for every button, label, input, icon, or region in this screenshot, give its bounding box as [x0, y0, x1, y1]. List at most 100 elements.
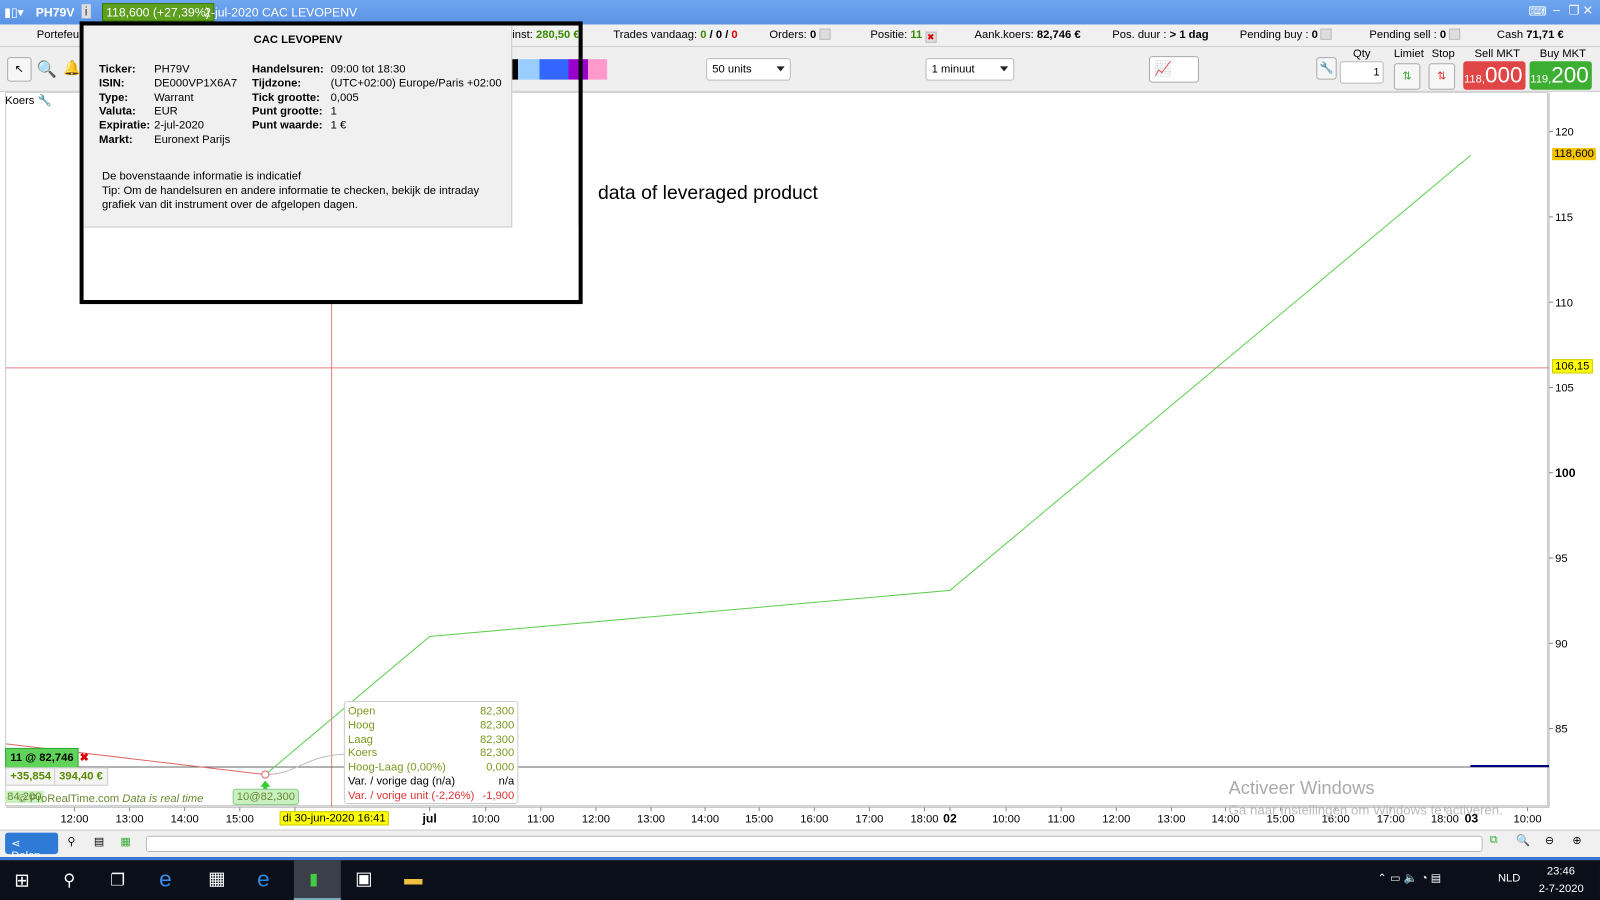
- app-icon[interactable]: ▣: [355, 868, 372, 889]
- trade-point: [261, 770, 270, 779]
- activation-watermark-sub: Ga naar Instellingen om Windows te activ…: [1228, 802, 1503, 818]
- y-tick-label: 105: [1555, 383, 1574, 395]
- activation-watermark: Activeer Windows: [1228, 777, 1375, 798]
- tooltip-row: Open 82,300: [348, 705, 514, 719]
- x-tick-label: 10:00: [1513, 813, 1541, 825]
- start-icon[interactable]: ⊞: [14, 870, 29, 891]
- task-view-icon[interactable]: ❐: [110, 870, 125, 890]
- tooltip-value: 82,300: [479, 719, 515, 732]
- info-note: De bovenstaande informatie is indicatief: [102, 170, 302, 183]
- instrument-info-popup: CAC LEVOPENV De bovenstaande informatie …: [79, 21, 583, 305]
- price-point: [1469, 154, 1471, 157]
- y-tick-label: 90: [1555, 638, 1567, 650]
- info-tip-2: grafiek van dit instrument over de afgel…: [102, 198, 358, 212]
- info-key: Punt waarde:: [252, 119, 323, 132]
- info-tip: Tip: Om de handelsuren en andere informa…: [102, 184, 480, 197]
- x-tick-label: 13:00: [637, 813, 665, 825]
- x-tick-label: 11:00: [1048, 813, 1075, 825]
- x-tick-label: 17:00: [855, 813, 883, 825]
- y-tick-label: 110: [1555, 297, 1573, 309]
- app-window: ▮▯▾ PH79V i 118,600 (+27,39%) 2-jul-2020…: [0, 0, 1600, 900]
- info-key: Valuta:: [98, 105, 136, 118]
- table-icon[interactable]: ▤: [94, 835, 105, 848]
- calendar-icon[interactable]: ▦: [208, 868, 225, 889]
- x-tick-label: 02: [943, 811, 957, 825]
- horizontal-scrollbar[interactable]: [145, 835, 1483, 853]
- info-value: 0,005: [330, 91, 359, 104]
- info-value: EUR: [154, 105, 178, 118]
- info-value: Warrant: [154, 91, 194, 104]
- info-key: Ticker:: [98, 63, 136, 76]
- x-tick-label: 14:00: [691, 813, 719, 825]
- autoscale-icon[interactable]: ⧉: [1490, 834, 1498, 847]
- share-button[interactable]: ⋖ Delen: [5, 832, 59, 862]
- ie-icon[interactable]: e: [257, 866, 269, 893]
- wrench-icon[interactable]: 🔧: [38, 95, 52, 107]
- instrument-info-card: CAC LEVOPENV De bovenstaande informatie …: [83, 25, 513, 228]
- info-key: Type:: [98, 91, 129, 104]
- tooltip-label: Koers: [347, 747, 378, 760]
- tooltip-label: Hoog: [347, 719, 375, 732]
- tooltip-value: 82,300: [479, 747, 515, 760]
- tooltip-row: Hoog-Laag (0,00%) 0,000: [348, 761, 514, 775]
- info-value: 09:00 tot 18:30: [330, 63, 406, 76]
- trade-marker[interactable]: 10@82,300: [232, 788, 300, 806]
- position-pl: +35,854: [5, 767, 57, 786]
- language-indicator[interactable]: NLD: [1498, 872, 1520, 884]
- info-key: Markt:: [98, 133, 133, 146]
- x-tick-label: 11:00: [527, 813, 554, 825]
- tooltip-row: Laag 82,300: [348, 733, 514, 747]
- tray-icons[interactable]: ⌃ ▭ 🔈 ◔ ▤: [1378, 871, 1442, 884]
- zoom-out-icon[interactable]: ⊖: [1545, 834, 1554, 847]
- zoom-fit-icon[interactable]: 🔍: [1516, 834, 1530, 847]
- tooltip-row: Var. / vorige dag (n/a) n/a: [348, 776, 514, 790]
- koers-legend: Koers 🔧: [5, 94, 52, 108]
- x-tick-label: 10:00: [992, 813, 1020, 825]
- edge-icon[interactable]: e: [159, 866, 171, 893]
- clock-date[interactable]: 2-7-2020: [1539, 883, 1584, 895]
- info-key: ISIN:: [98, 77, 125, 90]
- crosshair-price-label: 106,15: [1552, 359, 1593, 374]
- x-tick-label: 12:00: [582, 813, 610, 825]
- x-tick-label: 10:00: [472, 813, 500, 825]
- zoom-in-icon[interactable]: ⊕: [1572, 834, 1581, 847]
- info-popup-background: [83, 227, 579, 300]
- x-tick-label: 15:00: [226, 813, 254, 825]
- last-price-label: 118,600: [1552, 147, 1596, 161]
- prorealtime-taskbar-icon[interactable]: ▮: [293, 860, 341, 900]
- clock-time[interactable]: 23:46: [1547, 865, 1575, 877]
- x-tick-label: 12:00: [60, 813, 88, 825]
- tooltip-value: 0,000: [486, 761, 515, 774]
- x-tick-label: 12:00: [1102, 813, 1130, 825]
- x-tick-label: 18:00: [910, 813, 938, 825]
- tooltip-row: Hoog 82,300: [348, 719, 514, 733]
- windows-taskbar: ⊞ ⚲ ❐ e ▦ e ▮ ▣ ▬ ⌃ ▭ 🔈 ◔ ▤ NLD 23:46 2-…: [0, 857, 1600, 900]
- info-key: Tick grootte:: [252, 91, 320, 104]
- crosshair-date-label: di 30-jun-2020 16:41: [279, 811, 389, 826]
- currency-icon[interactable]: ⚲: [67, 835, 75, 848]
- tooltip-value: 82,300: [479, 733, 515, 746]
- info-key: Punt grootte:: [252, 105, 323, 118]
- x-tick-label: 14:00: [171, 813, 199, 825]
- bottom-toolbar: ⋖ Delen ⚲ ▤ ▦ ⧉ 🔍 ⊖ ⊕: [0, 829, 1600, 862]
- winst: inst: 280,50 €: [512, 28, 580, 41]
- close-position-icon[interactable]: ✖: [77, 748, 93, 767]
- file-explorer-icon[interactable]: ▬: [404, 868, 422, 889]
- info-value: 1 €: [330, 119, 347, 132]
- info-title: CAC LEVOPENV: [253, 33, 343, 46]
- info-value: (UTC+02:00) Europe/Paris +02:00: [330, 77, 502, 90]
- info-value: Euronext Parijs: [154, 133, 231, 146]
- search-icon[interactable]: ⚲: [63, 870, 75, 890]
- tooltip-label: Hoog-Laag (0,00%): [347, 761, 446, 774]
- layout-icon[interactable]: ▦: [120, 835, 131, 848]
- info-value: 1: [330, 105, 337, 118]
- y-tick-label: 100: [1555, 466, 1576, 480]
- x-tick-label: 16:00: [800, 813, 828, 825]
- tooltip-value: n/a: [498, 775, 515, 788]
- tooltip-label: Laag: [347, 733, 373, 746]
- x-tick-label: 13:00: [116, 813, 144, 825]
- tooltip-label: Var. / vorige dag (n/a): [347, 775, 456, 788]
- position-label[interactable]: 11 @ 82,746: [5, 747, 79, 769]
- y-tick-label: 115: [1555, 212, 1573, 224]
- y-tick-label: 95: [1555, 553, 1567, 565]
